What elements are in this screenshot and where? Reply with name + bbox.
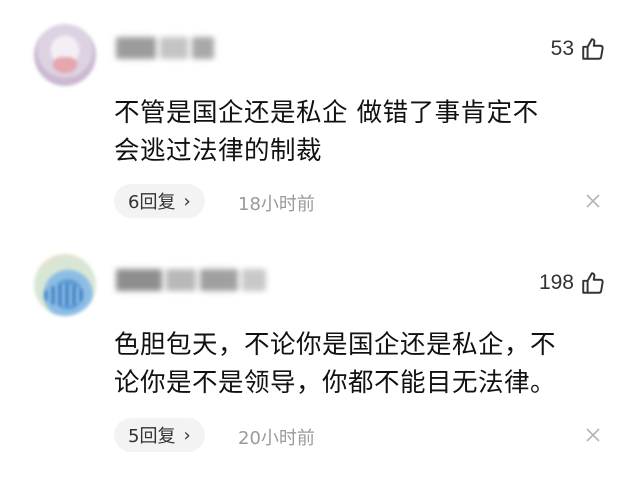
thumbs-up-icon (580, 270, 606, 296)
close-icon[interactable] (584, 426, 602, 444)
comment-text: 色胆包天，不论你是国企还是私企，不 论你是不是领导，你都不能目无法律。 (114, 326, 614, 402)
like-count: 198 (538, 271, 574, 294)
username-blurred[interactable] (116, 266, 266, 294)
avatar[interactable] (34, 254, 96, 316)
comment-line: 论你是不是领导，你都不能目无法律。 (114, 368, 557, 398)
like-button[interactable]: 198 (539, 270, 606, 296)
comment-line: 色胆包天，不论你是国企还是私企，不 (114, 330, 557, 360)
replies-label: 5回复 (128, 426, 176, 447)
replies-button[interactable]: 5回复 › (114, 418, 205, 452)
chevron-right-icon: › (183, 424, 191, 446)
comment-item: 198 色胆包天，不论你是国企还是私企，不 论你是不是领导，你都不能目无法律。 … (0, 0, 640, 482)
timestamp: 20小时前 (238, 428, 315, 449)
